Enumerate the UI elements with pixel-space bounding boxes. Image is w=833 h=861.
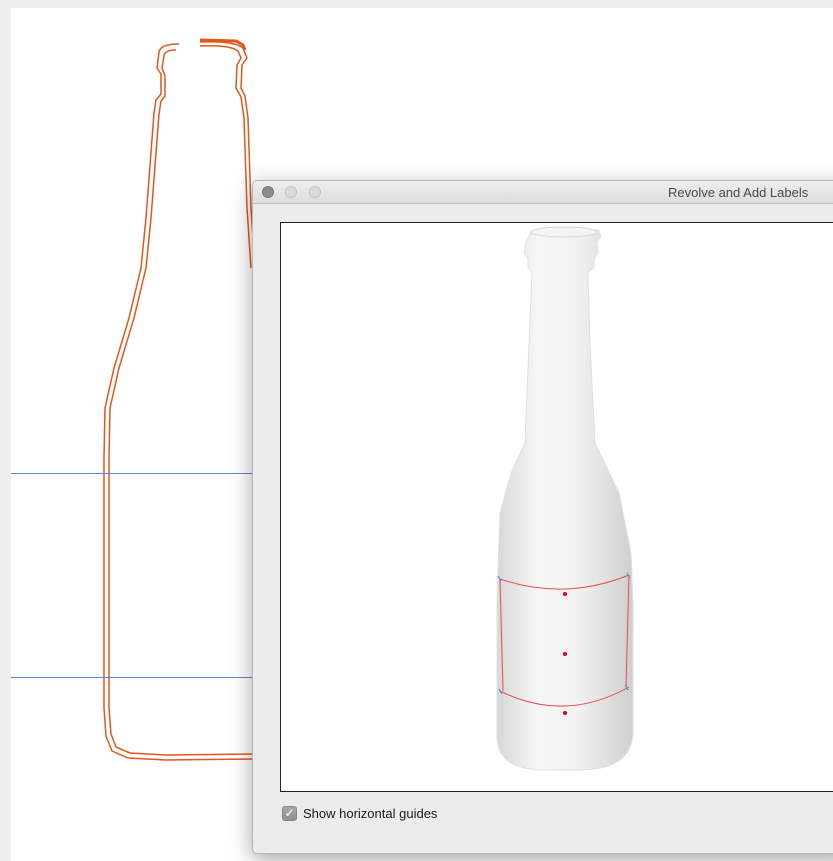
revolve-dialog: Revolve and Add Labels ✓ Show horizontal… xyxy=(252,180,833,854)
close-icon[interactable] xyxy=(262,186,274,198)
checkbox-checked-icon[interactable]: ✓ xyxy=(282,805,297,821)
zoom-icon[interactable] xyxy=(309,186,321,198)
bottle-body xyxy=(496,227,634,771)
horizontal-guide-lower xyxy=(11,677,271,678)
show-guides-label[interactable]: Show horizontal guides xyxy=(303,806,437,821)
show-guides-row[interactable]: ✓ Show horizontal guides xyxy=(282,803,437,823)
revolve-preview-panel[interactable] xyxy=(280,222,833,792)
label-anchor-center xyxy=(563,652,567,656)
title-bar[interactable]: Revolve and Add Labels xyxy=(253,181,833,204)
bottle-3d-preview[interactable] xyxy=(281,223,833,791)
dialog-title: Revolve and Add Labels xyxy=(668,185,809,200)
horizontal-guide-upper xyxy=(11,473,271,474)
label-anchor-top xyxy=(563,592,567,596)
label-anchor-bottom xyxy=(563,711,567,715)
minimize-icon[interactable] xyxy=(285,186,297,198)
